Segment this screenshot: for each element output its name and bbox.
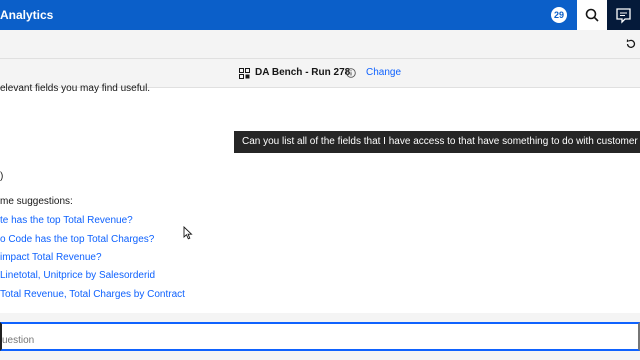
suggestion-link[interactable]: Linetotal, Unitprice by Salesorderid <box>0 270 155 281</box>
chat-button[interactable] <box>607 0 640 30</box>
search-icon <box>585 8 599 22</box>
secondary-toolbar <box>0 30 640 59</box>
dataset-name: DA Bench - Run 278 <box>255 67 351 78</box>
suggestions-heading: me suggestions: <box>0 196 73 207</box>
top-header: Analytics 29 <box>0 0 640 30</box>
question-input[interactable] <box>0 322 640 351</box>
mouse-pointer-icon <box>183 226 193 240</box>
reset-icon[interactable] <box>624 37 638 51</box>
info-icon[interactable] <box>346 68 356 78</box>
user-question-tooltip: Can you list all of the fields that I ha… <box>234 131 640 153</box>
suggestion-link[interactable]: Total Revenue, Total Charges by Contract <box>0 289 185 300</box>
suggestion-link[interactable]: impact Total Revenue? <box>0 252 102 263</box>
chat-icon <box>616 8 631 24</box>
suggestion-link[interactable]: te has the top Total Revenue? <box>0 215 133 226</box>
suggestion-link[interactable]: o Code has the top Total Charges? <box>0 234 154 245</box>
notification-badge[interactable]: 29 <box>551 7 567 23</box>
assistant-message-fragment: ) <box>0 171 4 182</box>
dataset-icon <box>239 68 250 79</box>
app-title: Analytics <box>0 8 54 22</box>
search-button[interactable] <box>577 0 607 30</box>
assistant-message-text: elevant fields you may find useful. <box>0 83 151 94</box>
change-dataset-link[interactable]: Change <box>366 67 401 78</box>
